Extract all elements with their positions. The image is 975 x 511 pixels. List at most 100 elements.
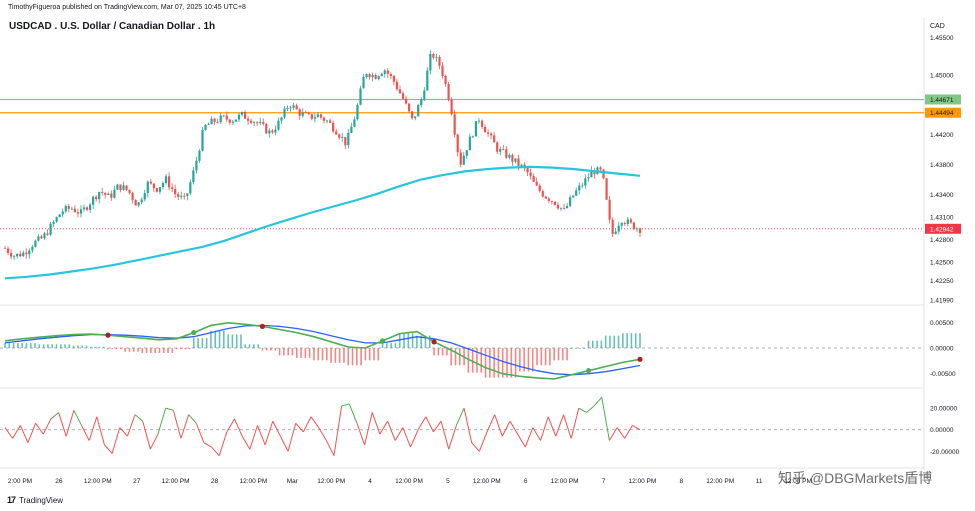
histogram-bar bbox=[98, 346, 101, 349]
candle-body bbox=[70, 208, 73, 210]
time-tick-label: 7 bbox=[602, 478, 606, 485]
watermark: 知乎 @DBGMarkets盾博 bbox=[778, 470, 933, 486]
histogram-bar bbox=[321, 348, 324, 361]
histogram-bar bbox=[4, 343, 6, 349]
candle-body bbox=[325, 120, 329, 122]
tradingview-logo-text: TradingView bbox=[19, 495, 64, 505]
candle-body bbox=[58, 214, 61, 218]
candle-body bbox=[444, 75, 447, 85]
momentum-line-segment bbox=[50, 412, 59, 420]
candle-body bbox=[262, 122, 265, 124]
histogram-bar bbox=[407, 333, 410, 349]
candle-body bbox=[219, 115, 222, 123]
histogram-bar bbox=[622, 333, 624, 349]
price-tick-label: 1.42250 bbox=[930, 278, 954, 285]
momentum-line-segment bbox=[616, 427, 626, 439]
momentum-line-segment bbox=[486, 414, 496, 433]
candle-body bbox=[31, 246, 34, 251]
candle-body bbox=[92, 196, 95, 205]
cross-dot bbox=[191, 329, 197, 336]
time-tick-label: Mar bbox=[287, 478, 299, 485]
candle-body bbox=[532, 176, 535, 182]
histogram-bar bbox=[257, 344, 259, 349]
candle-body bbox=[253, 122, 256, 124]
candle-body bbox=[626, 219, 629, 224]
candle-body bbox=[496, 142, 499, 152]
candle-body bbox=[438, 56, 441, 66]
momentum-tick-label: -20.00000 bbox=[930, 449, 960, 456]
candle-body bbox=[34, 240, 37, 247]
candle-body bbox=[420, 99, 423, 106]
candle-body bbox=[398, 89, 402, 94]
momentum-line-segment bbox=[126, 414, 136, 437]
candle-body bbox=[19, 253, 22, 257]
candle-body bbox=[480, 120, 484, 127]
histogram-bar bbox=[184, 348, 187, 350]
histogram-bar bbox=[111, 348, 114, 350]
chart-canvas[interactable]: 1.45500 1.45000 1.44200 1.43800 1.43400 1.431… bbox=[0, 0, 975, 511]
time-tick-label: 8 bbox=[679, 478, 683, 485]
candle-body bbox=[486, 132, 490, 134]
candle-body bbox=[392, 76, 395, 82]
cross-dot bbox=[379, 338, 386, 344]
time-tick-label: 12:00 PM bbox=[551, 478, 579, 485]
histogram-bar bbox=[489, 348, 491, 378]
momentum-line-segment bbox=[149, 433, 159, 450]
momentum-line-segment bbox=[42, 418, 52, 435]
histogram-bar bbox=[561, 348, 564, 361]
candle-body bbox=[374, 75, 377, 79]
momentum-line-segment bbox=[517, 433, 526, 448]
candle-body bbox=[107, 193, 110, 195]
histogram-bar bbox=[416, 335, 418, 349]
candle-body bbox=[462, 155, 465, 165]
histogram-bar bbox=[579, 348, 581, 349]
tradingview-logo-mark: 17 bbox=[7, 495, 16, 505]
momentum-line-segment bbox=[463, 408, 473, 443]
histogram-bar bbox=[583, 348, 586, 349]
time-tick-label: 6 bbox=[524, 478, 528, 485]
candle-body bbox=[280, 117, 283, 121]
histogram-bar bbox=[300, 348, 302, 358]
candle-body bbox=[526, 167, 529, 173]
momentum-line-segment bbox=[371, 412, 381, 435]
histogram-bar bbox=[587, 340, 590, 349]
candle-body bbox=[623, 223, 626, 224]
candle-body bbox=[313, 117, 317, 119]
candle-body bbox=[547, 198, 550, 202]
momentum-line-segment bbox=[402, 427, 411, 448]
momentum-line-segment bbox=[540, 416, 549, 441]
histogram-bar bbox=[604, 335, 607, 349]
candle-body bbox=[95, 196, 98, 200]
histogram-bar bbox=[72, 345, 75, 349]
time-tick-label: 28 bbox=[211, 478, 219, 485]
histogram-bar bbox=[227, 334, 229, 349]
histogram-bar bbox=[107, 348, 109, 350]
candle-body bbox=[453, 114, 456, 135]
histogram-bar bbox=[248, 344, 251, 349]
histogram-bar bbox=[381, 343, 384, 349]
histogram-bar bbox=[235, 334, 238, 349]
histogram-bar bbox=[510, 348, 513, 378]
histogram-bar bbox=[514, 348, 517, 378]
histogram-bar bbox=[171, 348, 174, 353]
price-tick-label: 1.44200 bbox=[930, 132, 954, 139]
candle-body bbox=[605, 178, 608, 200]
momentum-line-segment bbox=[440, 420, 450, 450]
candle-body bbox=[322, 117, 326, 121]
momentum-line-segment bbox=[356, 423, 366, 446]
histogram-bar bbox=[540, 348, 543, 366]
histogram-bar bbox=[484, 348, 487, 378]
price-tag-label: 1.44671 bbox=[930, 97, 954, 104]
histogram-bar bbox=[356, 348, 358, 366]
candle-body bbox=[243, 111, 247, 119]
momentum-line-segment bbox=[96, 416, 105, 446]
candle-body bbox=[131, 193, 134, 200]
histogram-bar bbox=[120, 348, 122, 350]
momentum-line-segment bbox=[448, 425, 457, 450]
candle-body bbox=[189, 182, 192, 194]
candle-body bbox=[61, 211, 64, 215]
momentum-line-segment bbox=[471, 442, 480, 452]
price-tick-label: 1.43800 bbox=[930, 162, 954, 169]
candle-body bbox=[140, 199, 143, 203]
candle-body bbox=[210, 118, 213, 125]
